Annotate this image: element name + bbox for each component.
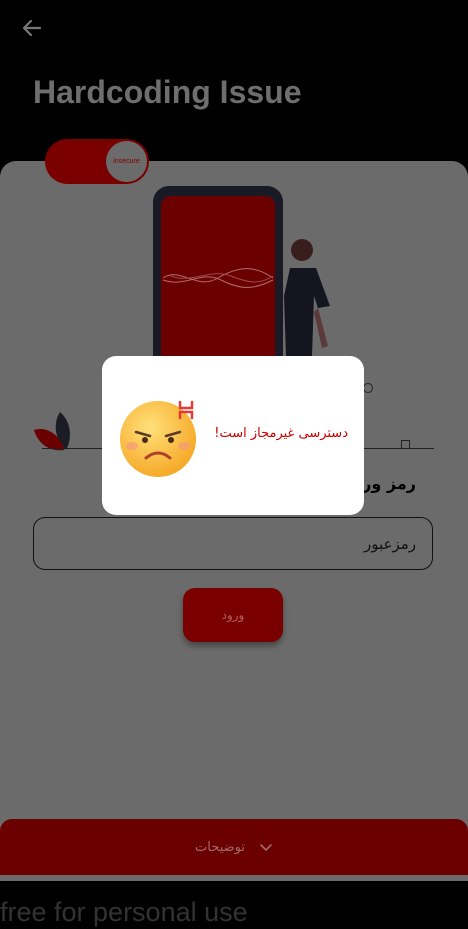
toggle-label: insecure [113, 158, 140, 165]
description-label: توضیحات [195, 839, 245, 855]
page-title: Hardcoding Issue [33, 74, 302, 110]
watermark-text: free for personal use [0, 897, 248, 927]
error-message: دسترسی غیرمجاز است! [214, 426, 348, 441]
decor-circle [363, 383, 373, 393]
error-dialog[interactable]: دسترسی غیرمجاز است! [102, 356, 364, 515]
back-arrow-icon[interactable] [18, 14, 46, 42]
password-placeholder: رمزعبور [363, 535, 416, 553]
decor-square [401, 440, 410, 449]
chevron-down-icon [260, 844, 272, 852]
secure-toggle[interactable]: insecure [45, 139, 149, 184]
login-button[interactable]: ورود [183, 588, 283, 642]
angry-face-icon [120, 400, 196, 477]
toggle-knob: insecure [106, 141, 147, 182]
description-expander[interactable]: توضیحات [0, 819, 468, 875]
phone-notch [193, 186, 243, 194]
plant-illustration [34, 412, 70, 451]
password-input[interactable]: رمزعبور [33, 517, 433, 570]
login-button-label: ورود [221, 608, 245, 622]
